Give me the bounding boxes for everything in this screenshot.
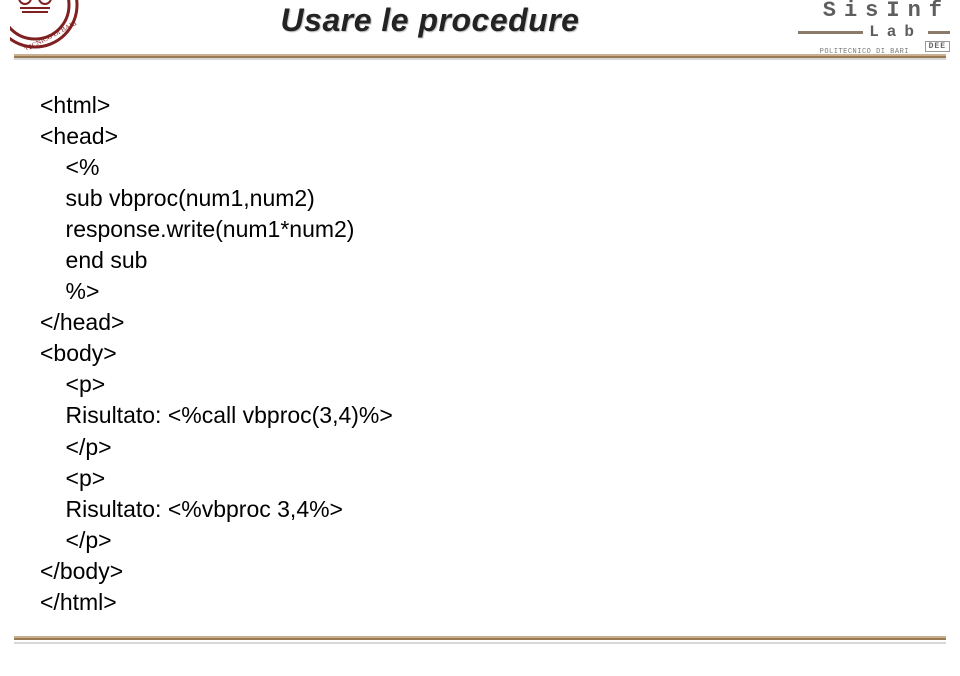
code-line: </html> bbox=[40, 589, 117, 615]
code-line: </head> bbox=[40, 309, 124, 335]
code-line: <html> bbox=[40, 92, 110, 118]
divider bbox=[928, 31, 950, 34]
code-line: <p> bbox=[40, 465, 105, 491]
code-line: </body> bbox=[40, 558, 123, 584]
code-line: end sub bbox=[40, 247, 147, 273]
footer-divider-shadow bbox=[14, 642, 946, 644]
code-line: <head> bbox=[40, 123, 118, 149]
divider bbox=[798, 31, 863, 34]
brand-top-text: SisInf bbox=[780, 0, 950, 22]
code-line: response.write(num1*num2) bbox=[40, 216, 354, 242]
code-block: <html> <head> <% sub vbproc(num1,num2) r… bbox=[40, 90, 920, 618]
institution-seal-icon: TECNICO DI BARI bbox=[10, 0, 80, 50]
lab-logo: SisInf Lab POLITECNICO DI BARI DEE bbox=[780, 0, 950, 58]
brand-mid-text: Lab bbox=[863, 24, 928, 40]
code-line: %> bbox=[40, 278, 99, 304]
brand-subtitle: POLITECNICO DI BARI bbox=[820, 48, 909, 56]
code-line: sub vbproc(num1,num2) bbox=[40, 185, 315, 211]
brand-box: DEE bbox=[925, 41, 950, 52]
header: TECNICO DI BARI Usare le procedure SisIn… bbox=[0, 0, 960, 50]
code-line: Risultato: <%vbproc 3,4%> bbox=[40, 496, 343, 522]
code-line: </p> bbox=[40, 434, 112, 460]
slide-content: <html> <head> <% sub vbproc(num1,num2) r… bbox=[0, 60, 960, 618]
footer-divider bbox=[14, 636, 946, 640]
code-line: Risultato: <%call vbproc(3,4)%> bbox=[40, 402, 393, 428]
code-line: <body> bbox=[40, 340, 117, 366]
code-line: <% bbox=[40, 154, 99, 180]
page-title: Usare le procedure bbox=[80, 0, 780, 39]
code-line: </p> bbox=[40, 527, 112, 553]
code-line: <p> bbox=[40, 371, 105, 397]
